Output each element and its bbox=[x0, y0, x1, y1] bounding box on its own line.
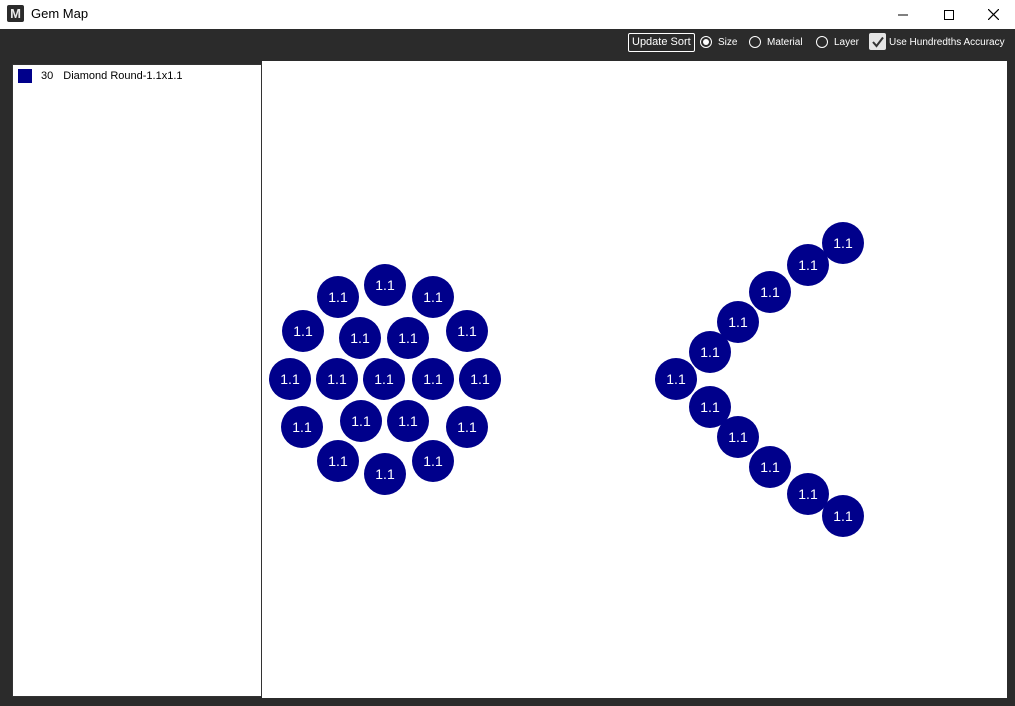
app-logo-icon: M bbox=[7, 5, 24, 22]
legend-color-swatch bbox=[18, 69, 32, 83]
gem-marker[interactable]: 1.1 bbox=[316, 358, 358, 400]
gem-marker[interactable]: 1.1 bbox=[412, 276, 454, 318]
toolbar: Update Sort Size Material Layer Use Hund… bbox=[0, 29, 1015, 61]
hundredths-accuracy-checkbox[interactable] bbox=[869, 33, 886, 50]
minimize-button[interactable] bbox=[880, 0, 926, 29]
gem-marker[interactable]: 1.1 bbox=[269, 358, 311, 400]
sort-layer-radio[interactable] bbox=[816, 36, 828, 48]
gem-marker[interactable]: 1.1 bbox=[655, 358, 697, 400]
gem-marker[interactable]: 1.1 bbox=[749, 271, 791, 313]
checkmark-icon bbox=[871, 36, 884, 48]
gem-map-window: M Gem Map Update Sort Size Material Laye… bbox=[0, 0, 1015, 706]
gem-marker[interactable]: 1.1 bbox=[717, 416, 759, 458]
gem-marker[interactable]: 1.1 bbox=[340, 400, 382, 442]
gem-marker[interactable]: 1.1 bbox=[387, 317, 429, 359]
gem-marker[interactable]: 1.1 bbox=[822, 222, 864, 264]
gem-marker[interactable]: 1.1 bbox=[749, 446, 791, 488]
legend-item[interactable]: 30 Diamond Round-1.1x1.1 bbox=[18, 69, 183, 83]
minimize-icon bbox=[898, 14, 908, 15]
gem-legend-panel: 30 Diamond Round-1.1x1.1 bbox=[12, 64, 262, 697]
legend-gem-name: Diamond Round-1.1x1.1 bbox=[63, 70, 183, 82]
gem-marker[interactable]: 1.1 bbox=[446, 406, 488, 448]
gem-map-canvas[interactable]: 1.1 1.1 1.1 1.1 1.1 1.1 1.1 1.1 1.1 1.1 1.1 1.1 1.1 1… bbox=[262, 61, 1007, 698]
gem-marker[interactable]: 1.1 bbox=[412, 440, 454, 482]
gem-marker[interactable]: 1.1 bbox=[822, 495, 864, 537]
maximize-icon bbox=[944, 9, 954, 20]
close-icon bbox=[987, 9, 999, 20]
update-sort-button[interactable]: Update Sort bbox=[628, 33, 695, 52]
sort-size-label: Size bbox=[718, 37, 738, 48]
bottom-border bbox=[0, 698, 1015, 706]
gem-marker[interactable]: 1.1 bbox=[364, 264, 406, 306]
sort-material-label: Material bbox=[767, 37, 803, 48]
window-title: Gem Map bbox=[31, 6, 89, 21]
close-button[interactable] bbox=[970, 0, 1015, 29]
gem-marker[interactable]: 1.1 bbox=[387, 400, 429, 442]
gem-marker[interactable]: 1.1 bbox=[689, 331, 731, 373]
gem-marker[interactable]: 1.1 bbox=[459, 358, 501, 400]
gem-marker[interactable]: 1.1 bbox=[364, 453, 406, 495]
gem-marker[interactable]: 1.1 bbox=[282, 310, 324, 352]
gem-marker[interactable]: 1.1 bbox=[317, 440, 359, 482]
maximize-button[interactable] bbox=[926, 0, 972, 29]
gem-marker[interactable]: 1.1 bbox=[363, 358, 405, 400]
gem-marker[interactable]: 1.1 bbox=[446, 310, 488, 352]
gem-marker[interactable]: 1.1 bbox=[412, 358, 454, 400]
gem-marker[interactable]: 1.1 bbox=[317, 276, 359, 318]
sort-material-radio[interactable] bbox=[749, 36, 761, 48]
gem-marker[interactable]: 1.1 bbox=[281, 406, 323, 448]
title-bar: M Gem Map bbox=[0, 0, 1015, 29]
sort-layer-label: Layer bbox=[834, 37, 860, 48]
hundredths-accuracy-label: Use Hundredths Accuracy bbox=[889, 37, 1005, 48]
gem-marker[interactable]: 1.1 bbox=[787, 244, 829, 286]
sort-size-radio[interactable] bbox=[700, 36, 712, 48]
legend-count: 30 bbox=[41, 70, 54, 82]
gem-marker[interactable]: 1.1 bbox=[339, 317, 381, 359]
